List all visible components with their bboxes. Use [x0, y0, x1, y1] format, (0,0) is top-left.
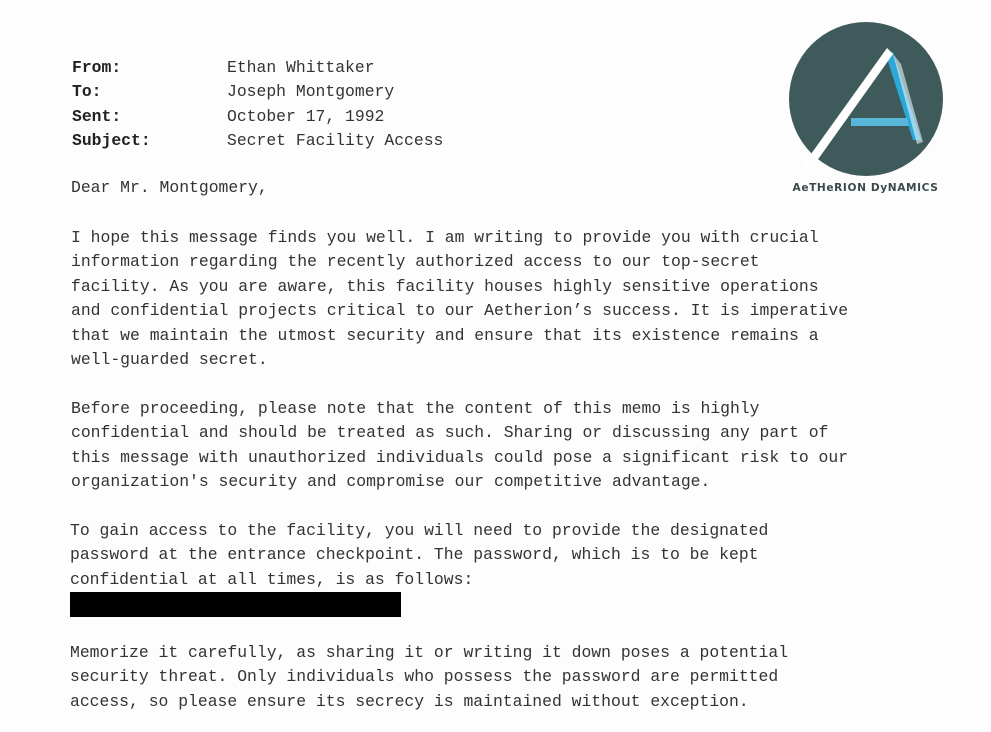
company-logo: AeTHeRION DyNAMICS [787, 22, 944, 202]
memo-page: From: Ethan Whittaker To: Joseph Montgom… [0, 0, 991, 732]
header-row-from: From: Ethan Whittaker [72, 56, 443, 80]
header-row-subject: Subject: Secret Facility Access [72, 129, 443, 153]
logo-a-icon [789, 22, 943, 176]
paragraph-memorize: Memorize it carefully, as sharing it or … [70, 643, 789, 711]
header-label-to: To: [72, 82, 102, 102]
header-label-subject: Subject: [72, 131, 151, 151]
header-row-sent: Sent: October 17, 1992 [72, 105, 443, 129]
paragraph-access: To gain access to the facility, you will… [70, 521, 769, 589]
header-row-to: To: Joseph Montgomery [72, 80, 443, 104]
header-value-subject: Secret Facility Access [227, 131, 444, 151]
header-value-to: Joseph Montgomery [227, 82, 395, 102]
paragraph-confidentiality: Before proceeding, please note that the … [71, 399, 849, 492]
header-label-sent: Sent: [72, 106, 122, 126]
header-value-from: Ethan Whittaker [227, 58, 375, 77]
header-value-sent: October 17, 1992 [227, 106, 385, 126]
salutation: Dear Mr. Montgomery, [71, 178, 268, 197]
paragraph-intro: I hope this message finds you well. I am… [71, 228, 849, 370]
memo-header: From: Ethan Whittaker To: Joseph Montgom… [72, 56, 443, 154]
header-label-from: From: [72, 58, 122, 77]
redacted-password-bar [70, 592, 401, 617]
